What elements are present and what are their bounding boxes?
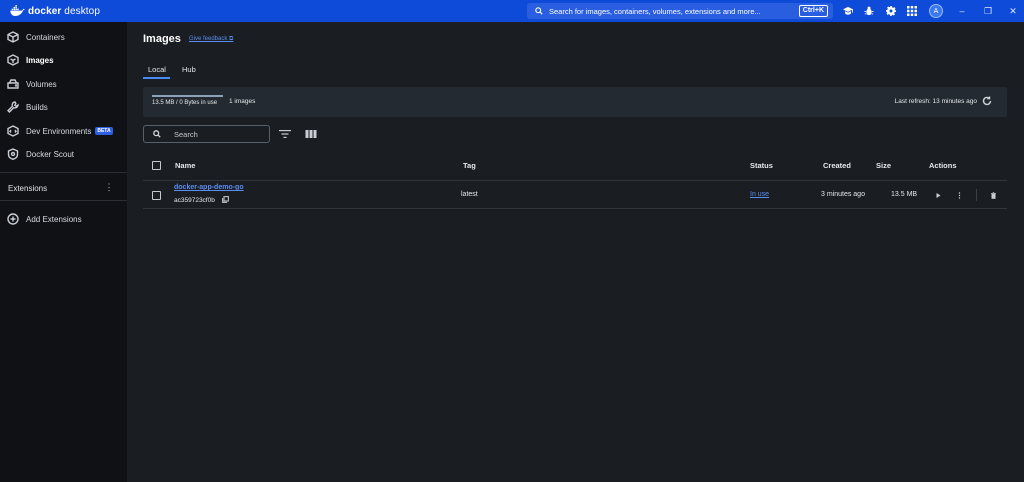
image-count: 1 images bbox=[229, 98, 256, 105]
actions-divider bbox=[976, 189, 977, 201]
image-size: 13.5 MB bbox=[891, 191, 918, 198]
settings-button[interactable] bbox=[885, 5, 897, 17]
global-search[interactable]: Search for images, containers, volumes, … bbox=[527, 3, 833, 19]
sidebar-item-volumes[interactable]: Volumes bbox=[0, 73, 127, 95]
sidebar-item-builds[interactable]: Builds bbox=[0, 96, 127, 118]
select-all-checkbox[interactable] bbox=[152, 161, 161, 170]
disk-usage-bar bbox=[152, 95, 223, 97]
run-button[interactable] bbox=[934, 191, 942, 199]
sidebar-item-label: Containers bbox=[26, 32, 65, 42]
extensions-more-button[interactable]: ⋮ bbox=[104, 182, 114, 194]
sidebar-item-label: Volumes bbox=[26, 79, 57, 89]
table-header-divider bbox=[143, 180, 1007, 181]
scout-icon bbox=[7, 148, 19, 160]
image-id: ac359723cf0b bbox=[174, 197, 215, 204]
table-row-divider bbox=[143, 208, 1007, 209]
column-header-created[interactable]: Created bbox=[823, 161, 851, 170]
add-extensions-button[interactable]: Add Extensions bbox=[0, 208, 127, 230]
image-tag: latest bbox=[461, 191, 478, 198]
sidebar-divider bbox=[0, 200, 127, 201]
tab-local[interactable]: Local bbox=[148, 65, 166, 74]
column-header-tag[interactable]: Tag bbox=[463, 161, 476, 170]
sidebar-item-dev-environments[interactable]: Dev Environments BETA bbox=[0, 120, 127, 142]
play-icon bbox=[936, 192, 940, 198]
last-refresh-text: Last refresh: 13 minutes ago bbox=[894, 98, 977, 105]
learning-center-button[interactable] bbox=[842, 5, 854, 17]
dev-env-icon bbox=[7, 125, 19, 137]
docker-logo: docker desktop bbox=[9, 5, 100, 17]
column-header-status[interactable]: Status bbox=[750, 161, 773, 170]
column-header-name[interactable]: Name bbox=[175, 161, 195, 170]
global-search-placeholder: Search for images, containers, volumes, … bbox=[549, 6, 761, 16]
search-icon bbox=[153, 130, 161, 138]
title-bar: docker desktop Search for images, contai… bbox=[0, 0, 1024, 22]
active-tab-indicator bbox=[143, 77, 170, 79]
gear-icon bbox=[886, 6, 896, 16]
more-vertical-icon bbox=[958, 191, 960, 199]
container-icon bbox=[7, 31, 19, 43]
bug-icon bbox=[864, 6, 874, 16]
image-created: 3 minutes ago bbox=[821, 191, 865, 198]
filter-button[interactable] bbox=[279, 129, 291, 139]
column-header-size[interactable]: Size bbox=[876, 161, 891, 170]
row-checkbox[interactable] bbox=[152, 191, 161, 200]
sidebar: Containers Images Volumes Builds Dev Env… bbox=[0, 22, 127, 482]
refresh-button[interactable] bbox=[982, 96, 992, 106]
search-input[interactable] bbox=[174, 129, 264, 139]
app-title: docker desktop bbox=[28, 5, 101, 17]
minimize-button[interactable]: – bbox=[955, 4, 969, 18]
sidebar-item-label: Builds bbox=[26, 102, 48, 112]
sidebar-item-label: Dev Environments bbox=[26, 126, 92, 136]
plus-circle-icon bbox=[7, 213, 19, 225]
graduation-cap-icon bbox=[843, 6, 853, 15]
columns-icon bbox=[305, 130, 317, 138]
copy-id-button[interactable] bbox=[222, 196, 230, 203]
give-feedback-link[interactable]: Give feedback ⧉ bbox=[189, 36, 233, 43]
disk-usage-bar-fill bbox=[152, 95, 223, 97]
more-actions-button[interactable] bbox=[955, 191, 963, 199]
extensions-title: Extensions bbox=[8, 184, 48, 193]
sidebar-divider bbox=[0, 172, 127, 173]
wrench-icon bbox=[7, 101, 19, 113]
copy-icon bbox=[222, 196, 230, 203]
trash-icon bbox=[990, 191, 996, 199]
filter-icon bbox=[279, 130, 291, 138]
close-button[interactable]: ✕ bbox=[1006, 4, 1020, 18]
image-name-link[interactable]: docker-app-demo-go bbox=[174, 184, 244, 191]
maximize-button[interactable]: ❐ bbox=[981, 4, 995, 18]
beta-badge: BETA bbox=[95, 127, 113, 135]
add-extensions-label: Add Extensions bbox=[26, 214, 82, 224]
sidebar-item-label: Docker Scout bbox=[26, 149, 75, 159]
troubleshoot-button[interactable] bbox=[863, 5, 875, 17]
columns-button[interactable] bbox=[305, 129, 317, 139]
avatar[interactable]: A bbox=[929, 4, 943, 18]
grid-icon bbox=[907, 6, 917, 16]
image-icon bbox=[7, 54, 19, 66]
sidebar-item-images[interactable]: Images bbox=[0, 49, 127, 71]
whale-icon bbox=[10, 5, 25, 16]
sidebar-item-label: Images bbox=[26, 55, 54, 65]
shortcut-hint: Ctrl+K bbox=[798, 5, 828, 17]
search-icon bbox=[535, 7, 543, 15]
refresh-icon bbox=[982, 96, 992, 106]
volume-icon bbox=[7, 79, 19, 89]
sidebar-item-containers[interactable]: Containers bbox=[0, 26, 127, 48]
tab-hub[interactable]: Hub bbox=[182, 65, 196, 74]
image-status-link[interactable]: In use bbox=[750, 191, 769, 198]
image-search bbox=[143, 125, 270, 143]
main-content: Images Give feedback ⧉ Local Hub 13.5 MB… bbox=[127, 22, 1024, 482]
disk-usage-text: 13.5 MB / 0 Bytes in use bbox=[152, 100, 218, 106]
disk-usage-panel: 13.5 MB / 0 Bytes in use 1 images Last r… bbox=[143, 87, 1007, 117]
extensions-grid-button[interactable] bbox=[906, 5, 918, 17]
column-header-actions: Actions bbox=[929, 161, 957, 170]
page-title: Images bbox=[143, 33, 181, 45]
delete-button[interactable] bbox=[989, 191, 997, 199]
sidebar-item-docker-scout[interactable]: Docker Scout bbox=[0, 143, 127, 165]
